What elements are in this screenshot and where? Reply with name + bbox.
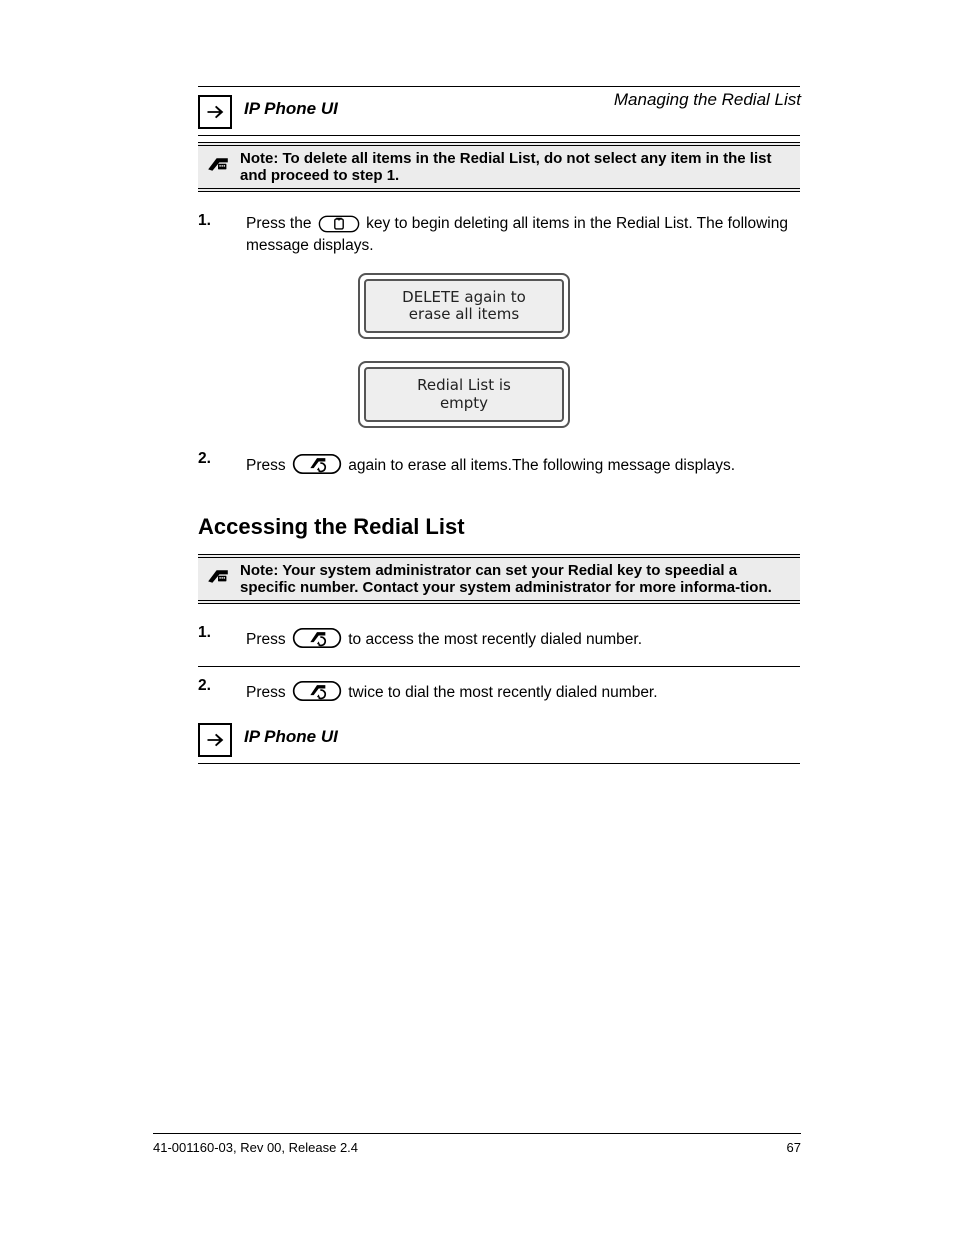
step-2-number: 2. [198, 450, 232, 468]
delete-key-icon [318, 212, 360, 236]
access-step-2-pre: Press [246, 684, 290, 701]
redial-key-icon [292, 450, 342, 478]
step-2-text-pre: Press [246, 457, 290, 474]
access-step-2-post: twice to dial the most recently dialed n… [348, 684, 657, 701]
lcd-screen-1: DELETE again to erase all items [358, 273, 570, 340]
heading-accessing-redial: Accessing the Redial List [198, 514, 800, 540]
rule-between-access-steps [198, 666, 800, 667]
rule-under-subheading-2 [198, 763, 800, 764]
step-2-body: Press again to erase all items.The follo… [246, 450, 800, 478]
note-2-text: Note: Your system administrator can set … [240, 562, 794, 596]
note-bar-1: Note: To delete all items in the Redial … [198, 142, 800, 192]
lcd2-line2: empty [372, 395, 556, 412]
access-step-1-pre: Press [246, 631, 290, 648]
access-step-1-number: 1. [198, 624, 232, 642]
access-step-2-number: 2. [198, 677, 232, 695]
access-step-1-body: Press to access the most recently dialed… [246, 624, 800, 652]
access-step-2-body: Press twice to dial the most recently di… [246, 677, 800, 705]
page-footer: 41-001160-03, Rev 00, Release 2.4 67 [153, 1133, 801, 1155]
lcd-screen-2: Redial List is empty [358, 361, 570, 428]
step-1-number: 1. [198, 212, 232, 230]
rule-under-subheading-1 [198, 135, 800, 136]
footer-page-number: 67 [787, 1140, 801, 1155]
subheading-row-1: IP Phone UI [198, 87, 800, 129]
access-step-1: 1. Press to access the most recently dia… [198, 624, 800, 652]
lcd2-line1: Redial List is [372, 377, 556, 394]
subheading-2-text: IP Phone UI [244, 723, 338, 747]
note-bar-2: Note: Your system administrator can set … [198, 554, 800, 604]
footer-doc-id: 41-001160-03, Rev 00, Release 2.4 [153, 1140, 358, 1155]
footer-rule [153, 1133, 801, 1134]
arrow-right-icon [198, 723, 232, 757]
step-1-body: Press the key to begin deleting all item… [246, 212, 800, 257]
step-2: 2. Press again to erase all items.The fo… [198, 450, 800, 478]
lcd-screens: DELETE again to erase all items Redial L… [358, 273, 800, 428]
lcd1-line1: DELETE again to [372, 289, 556, 306]
lcd1-line2: erase all items [372, 306, 556, 323]
subheading-1-text: IP Phone UI [244, 95, 338, 119]
phone-icon [204, 565, 232, 592]
step-1: 1. Press the key to begin deleting all i… [198, 212, 800, 257]
step-1-text-pre: Press the [246, 215, 316, 232]
access-step-1-post: to access the most recently dialed numbe… [348, 631, 642, 648]
arrow-right-icon [198, 95, 232, 129]
step-2-text-post: again to erase all items.The following m… [348, 457, 735, 474]
subheading-row-2: IP Phone UI [198, 715, 800, 757]
access-step-2: 2. Press twice to dial the most recently… [198, 677, 800, 705]
redial-key-icon [292, 677, 342, 705]
redial-key-icon [292, 624, 342, 652]
note-1-text: Note: To delete all items in the Redial … [240, 150, 794, 184]
phone-icon [204, 154, 232, 181]
